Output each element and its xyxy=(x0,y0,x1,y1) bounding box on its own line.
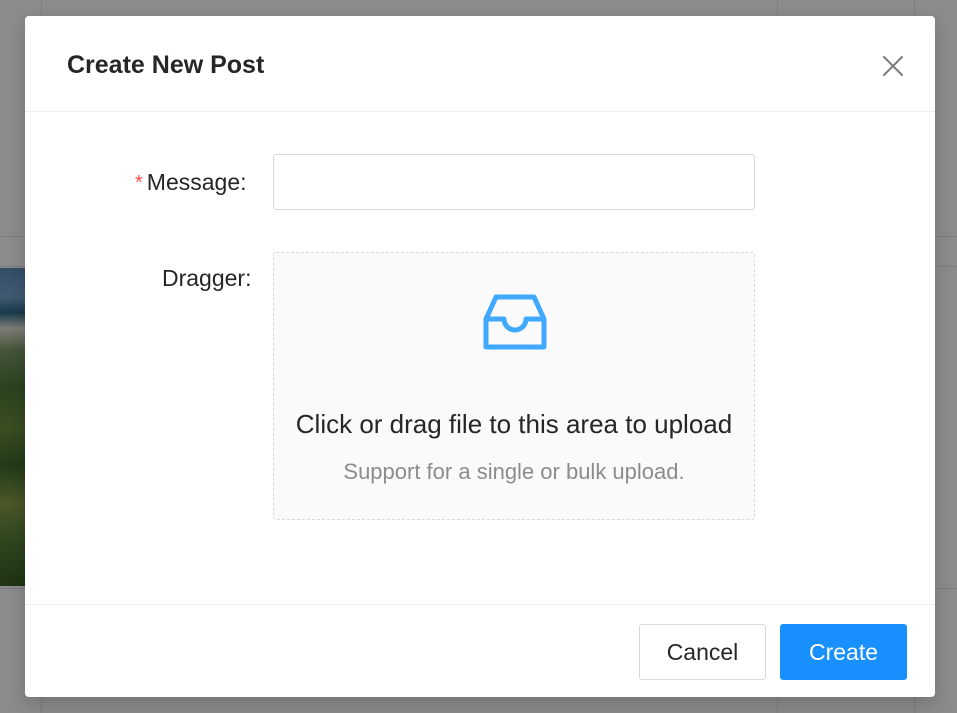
cancel-button[interactable]: Cancel xyxy=(639,624,766,680)
close-button[interactable] xyxy=(877,50,909,82)
label-colon: : xyxy=(245,265,252,291)
modal-header: Create New Post xyxy=(25,16,935,112)
dragger-label: Dragger: xyxy=(162,263,252,293)
modal-body: * Message: Dragger: Click or drag file to… xyxy=(25,112,935,604)
message-input[interactable] xyxy=(273,154,755,210)
modal-title: Create New Post xyxy=(67,51,265,79)
create-post-modal: Create New Post * Message: Dragger: Click… xyxy=(25,16,935,697)
create-button[interactable]: Create xyxy=(780,624,907,680)
upload-dragger[interactable]: Click or drag file to this area to uploa… xyxy=(273,252,755,520)
dragger-label-text: Dragger xyxy=(162,265,246,291)
upload-text: Click or drag file to this area to uploa… xyxy=(295,409,733,439)
label-colon: : xyxy=(240,169,247,195)
close-icon xyxy=(883,56,903,76)
message-label-text: Message xyxy=(146,169,241,195)
message-label: * Message: xyxy=(135,167,247,199)
upload-hint: Support for a single or bulk upload. xyxy=(343,459,685,484)
inbox-icon xyxy=(483,294,547,350)
modal-footer: Cancel Create xyxy=(25,604,935,697)
required-mark: * xyxy=(135,172,143,194)
